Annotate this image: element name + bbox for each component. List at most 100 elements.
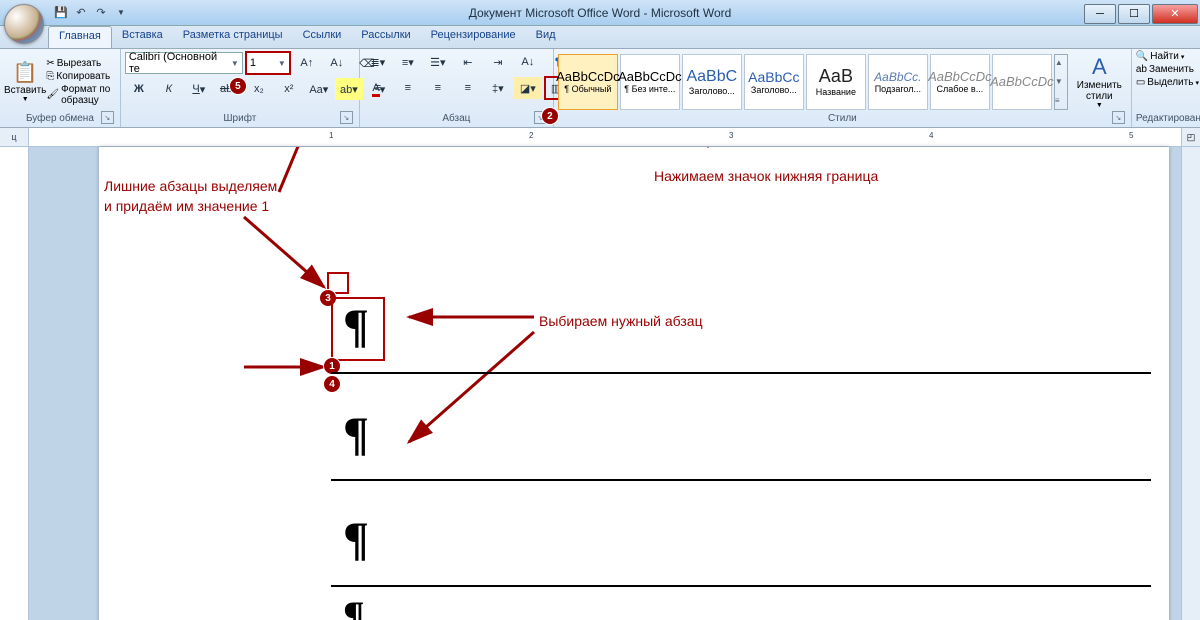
ruler-row: ц 1 2 3 4 5 ◰ — [0, 128, 1200, 147]
subscript-button[interactable]: x₂ — [245, 78, 273, 100]
change-styles-button[interactable]: A Изменить стили ▼ — [1072, 54, 1127, 109]
ruler-corner[interactable]: ц — [0, 128, 29, 146]
font-name-combo[interactable]: Calibri (Основной те▼ — [125, 52, 243, 74]
indent-more-button[interactable]: ⇥ — [484, 51, 512, 73]
shrink-font-button[interactable]: A↓ — [323, 52, 351, 74]
copy-button[interactable]: ⎘Копировать — [46, 71, 115, 82]
window-title: Документ Microsoft Office Word - Microso… — [0, 6, 1200, 20]
group-label-paragraph: Абзац↘ — [364, 112, 549, 125]
copy-icon: ⎘ — [46, 71, 54, 82]
minimize-button[interactable]: ─ — [1084, 4, 1116, 24]
callout-4: 4 — [323, 375, 341, 393]
paragraph-mark-icon: ¶ — [343, 299, 369, 354]
arrow-icon — [274, 147, 414, 202]
italic-button[interactable]: К — [155, 78, 183, 100]
horizontal-ruler[interactable]: 1 2 3 4 5 — [29, 128, 1181, 146]
superscript-button[interactable]: x² — [275, 78, 303, 100]
gallery-down-icon[interactable]: ▼ — [1055, 77, 1067, 86]
tab-home[interactable]: Главная — [48, 26, 112, 48]
page[interactable]: Лишние абзацы выделяем и придаём им знач… — [99, 147, 1169, 620]
style-item[interactable]: АаBbCcDсСлабое в... — [930, 54, 990, 110]
save-icon[interactable]: 💾 — [52, 4, 70, 22]
dialog-launcher-icon[interactable]: ↘ — [340, 111, 353, 124]
numbering-button[interactable]: ≡▾ — [394, 51, 422, 73]
bold-button[interactable]: Ж — [125, 78, 153, 100]
group-styles: AaBbCcDc¶ ОбычныйAaBbCcDc¶ Без инте...Aa… — [554, 49, 1132, 127]
ruler-toggle-icon[interactable]: ◰ — [1181, 128, 1200, 146]
style-item[interactable]: AaBbCcЗаголово... — [744, 54, 804, 110]
dialog-launcher-icon[interactable]: ↘ — [101, 111, 114, 124]
highlight-button[interactable]: ab▾ — [335, 78, 363, 100]
horizontal-line — [331, 585, 1151, 587]
format-painter-button[interactable]: 🖌Формат по образцу — [46, 84, 115, 106]
window-controls: ─ ☐ ✕ — [1084, 2, 1200, 24]
case-button[interactable]: Aa▾ — [305, 78, 333, 100]
quick-access-toolbar: 💾 ↶ ↷ ▼ — [52, 4, 130, 22]
paste-icon: 📋 — [13, 60, 38, 85]
replace-button[interactable]: abЗаменить — [1136, 64, 1194, 75]
maximize-button[interactable]: ☐ — [1118, 4, 1150, 24]
cut-button[interactable]: ✂Вырезать — [46, 58, 115, 69]
indent-less-button[interactable]: ⇤ — [454, 51, 482, 73]
dialog-launcher-icon[interactable]: ↘ — [1112, 111, 1125, 124]
paragraph-mark-icon: ¶ — [343, 592, 365, 620]
multilevel-button[interactable]: ☰▾ — [424, 51, 452, 73]
style-item[interactable]: AaBbCЗаголово... — [682, 54, 742, 110]
select-icon: ▭ — [1136, 77, 1145, 88]
horizontal-line — [331, 372, 1151, 374]
style-item[interactable]: AaBbCcDc¶ Обычный — [558, 54, 618, 110]
group-editing: 🔍Найти▾ abЗаменить ▭Выделить▾ Редактиров… — [1132, 49, 1200, 127]
tab-references[interactable]: Ссылки — [293, 26, 352, 48]
ribbon-tabs: Главная Вставка Разметка страницы Ссылки… — [0, 26, 1200, 49]
shading-button[interactable]: ◪▾ — [514, 77, 542, 99]
grow-font-button[interactable]: A↑ — [293, 52, 321, 74]
close-button[interactable]: ✕ — [1152, 4, 1198, 24]
annotation-right: Нажимаем значок нижняя граница — [654, 167, 878, 187]
styles-gallery[interactable]: AaBbCcDc¶ ОбычныйAaBbCcDc¶ Без инте...Aa… — [558, 54, 1052, 110]
cut-icon: ✂ — [46, 58, 54, 69]
document-area: Лишние абзацы выделяем и придаём им знач… — [0, 147, 1200, 620]
paste-button[interactable]: 📋 Вставить ▼ — [4, 60, 46, 103]
align-right-button[interactable]: ≡ — [424, 77, 452, 99]
tab-layout[interactable]: Разметка страницы — [173, 26, 293, 48]
justify-button[interactable]: ≡ — [454, 77, 482, 99]
paragraph-mark-icon: ¶ — [343, 407, 369, 462]
style-item[interactable]: АаВНазвание — [806, 54, 866, 110]
gallery-up-icon[interactable]: ▲ — [1055, 58, 1067, 67]
style-item[interactable]: AaBbCcDc¶ Без инте... — [620, 54, 680, 110]
sort-button[interactable]: A↓ — [514, 51, 542, 73]
align-center-button[interactable]: ≡ — [394, 77, 422, 99]
tab-insert[interactable]: Вставка — [112, 26, 173, 48]
ribbon: 📋 Вставить ▼ ✂Вырезать ⎘Копировать 🖌Форм… — [0, 49, 1200, 128]
style-item[interactable]: AaBbCc.Подзагол... — [868, 54, 928, 110]
group-label-editing: Редактирование — [1136, 112, 1200, 125]
style-item[interactable]: AaBbCcDc — [992, 54, 1052, 110]
line-spacing-button[interactable]: ‡▾ — [484, 77, 512, 99]
title-bar: 💾 ↶ ↷ ▼ Документ Microsoft Office Word -… — [0, 0, 1200, 26]
horizontal-line — [331, 479, 1151, 481]
tab-review[interactable]: Рецензирование — [421, 26, 526, 48]
bullets-button[interactable]: ≣▾ — [364, 51, 392, 73]
change-styles-icon: A — [1092, 54, 1107, 80]
underline-button[interactable]: Ч▾ — [185, 78, 213, 100]
callout-5: 5 — [229, 77, 247, 95]
paragraph-mark-icon: ¶ — [343, 512, 369, 567]
undo-icon[interactable]: ↶ — [72, 4, 90, 22]
tab-mailings[interactable]: Рассылки — [351, 26, 420, 48]
gallery-expand-icon[interactable]: ≡ — [1055, 96, 1067, 105]
group-paragraph: ≣▾ ≡▾ ☰▾ ⇤ ⇥ A↓ ¶ ≡ ≡ ≡ ≡ ‡▾ ◪▾ ▥▾ Абзац… — [360, 49, 554, 127]
arrow-icon — [239, 212, 339, 302]
font-size-combo[interactable]: 1▼ — [245, 51, 291, 75]
tab-view[interactable]: Вид — [526, 26, 566, 48]
group-label-clipboard: Буфер обмена↘ — [4, 112, 116, 125]
align-left-button[interactable]: ≡ — [364, 77, 392, 99]
office-button[interactable] — [4, 4, 44, 44]
find-button[interactable]: 🔍Найти▾ — [1136, 51, 1185, 62]
select-button[interactable]: ▭Выделить▾ — [1136, 77, 1199, 88]
vertical-ruler[interactable] — [0, 147, 29, 620]
qat-dropdown-icon[interactable]: ▼ — [112, 4, 130, 22]
redo-icon[interactable]: ↷ — [92, 4, 110, 22]
arrow-icon — [399, 327, 549, 457]
vertical-scrollbar[interactable] — [1181, 147, 1200, 620]
arrow-icon — [399, 302, 539, 332]
